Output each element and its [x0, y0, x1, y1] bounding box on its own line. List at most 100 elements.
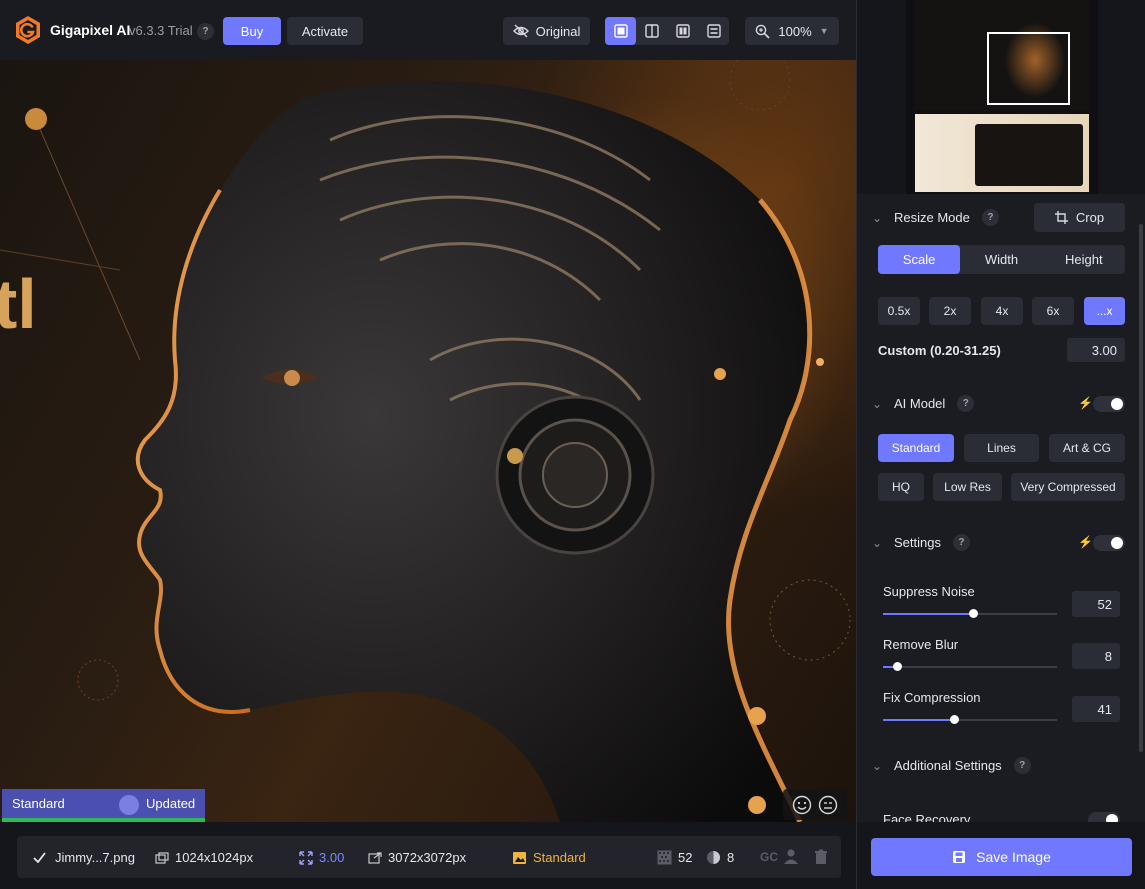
crop-icon — [1054, 211, 1068, 224]
file-selected[interactable]: Jimmy...7.png — [33, 850, 135, 865]
help-icon[interactable]: ? — [197, 23, 214, 40]
side-by-side-view-icon — [675, 24, 690, 38]
file-name: Jimmy...7.png — [55, 850, 135, 865]
gc-info: GC — [760, 850, 778, 864]
auto-bolt-icon: ⚡ — [1078, 535, 1093, 549]
blur-icon — [707, 851, 720, 864]
tab-width[interactable]: Width — [960, 245, 1042, 274]
help-icon[interactable]: ? — [957, 395, 975, 412]
preset-custom-button[interactable]: ...x — [1084, 297, 1125, 325]
help-icon[interactable]: ? — [952, 534, 970, 551]
fix-compression-slider[interactable] — [883, 715, 1057, 724]
fix-compression-value[interactable]: 41 — [1072, 696, 1120, 722]
preset-2x-button[interactable]: 2x — [929, 297, 971, 325]
remove-blur-value[interactable]: 8 — [1072, 643, 1120, 669]
save-image-button[interactable]: Save Image — [871, 838, 1132, 876]
preview-image: tl — [0, 60, 851, 822]
ai-model-title: AI Model — [894, 396, 946, 411]
model-standard-button[interactable]: Standard — [878, 434, 954, 462]
split-view-icon — [644, 24, 659, 38]
eye-off-icon — [512, 24, 529, 38]
thumbnail-image-card — [975, 124, 1083, 186]
image-model-icon — [513, 851, 526, 864]
resize-mode-header[interactable]: ⌄ Resize Mode ? — [872, 209, 999, 226]
model-hq-button[interactable]: HQ — [878, 473, 924, 501]
panel-scrollbar[interactable] — [1139, 224, 1143, 752]
input-size-value: 1024x1024px — [175, 850, 254, 865]
zoom-dropdown[interactable]: 100% ▼ — [745, 17, 839, 45]
ai-model-auto-toggle[interactable] — [1093, 396, 1125, 412]
settings-auto-toggle[interactable] — [1093, 535, 1125, 551]
trash-icon[interactable] — [814, 849, 828, 865]
face-detect-icon[interactable] — [783, 848, 799, 865]
preset-6x-button[interactable]: 6x — [1032, 297, 1074, 325]
app-version: v6.3.3 Trial — [129, 23, 193, 38]
help-icon[interactable]: ? — [1013, 757, 1031, 774]
model-lines-button[interactable]: Lines — [964, 434, 1039, 462]
single-view-button[interactable] — [605, 17, 636, 45]
custom-scale-input[interactable]: 3.00 — [1067, 338, 1125, 362]
suppress-noise-value[interactable]: 52 — [1072, 591, 1120, 617]
zoom-in-icon — [756, 24, 770, 39]
blur-value: 8 — [727, 850, 735, 865]
top-bar: Gigapixel AI v6.3.3 Trial ? Buy Activate… — [0, 0, 856, 60]
blur-info: 8 — [706, 850, 734, 865]
side-by-side-view-button[interactable] — [667, 17, 698, 45]
scale-factor: 3.00 — [299, 850, 344, 865]
image-size-icon — [155, 851, 169, 864]
save-image-label: Save Image — [976, 849, 1051, 865]
gigapixel-app: Gigapixel AI v6.3.3 Trial ? Buy Activate… — [0, 0, 1145, 889]
custom-scale-label: Custom (0.20-31.25) — [878, 343, 1001, 358]
chevron-down-icon: ⌄ — [872, 535, 883, 550]
floppy-disk-icon — [953, 851, 966, 863]
help-icon[interactable]: ? — [981, 209, 999, 226]
face-buttons — [783, 789, 847, 820]
smile-face-icon[interactable] — [792, 795, 812, 815]
compare-label-before: Standard — [12, 796, 65, 811]
checkmark-icon — [33, 852, 46, 863]
output-size-value: 3072x3072px — [388, 850, 467, 865]
navigator-viewport-frame[interactable] — [987, 32, 1070, 105]
noise-icon — [657, 850, 672, 865]
quad-view-button[interactable] — [698, 17, 729, 45]
resize-mode-tabs: Scale Width Height — [878, 245, 1125, 274]
expand-arrows-icon — [299, 850, 313, 865]
tab-height[interactable]: Height — [1043, 245, 1125, 274]
activate-button[interactable]: Activate — [287, 17, 363, 45]
model-very-compressed-button[interactable]: Very Compressed — [1011, 473, 1125, 501]
additional-settings-header[interactable]: ⌄ Additional Settings ? — [872, 757, 1031, 774]
buy-button[interactable]: Buy — [223, 17, 281, 45]
app-title: Gigapixel AI — [50, 22, 131, 38]
noise-info: 52 — [657, 850, 692, 865]
neutral-face-icon[interactable] — [818, 795, 838, 815]
preset-0-5x-button[interactable]: 0.5x — [878, 297, 920, 325]
ai-model-header[interactable]: ⌄ AI Model ? — [872, 395, 975, 412]
crop-button[interactable]: Crop — [1034, 203, 1125, 232]
chevron-down-icon: ⌄ — [872, 758, 883, 773]
remove-blur-slider[interactable] — [883, 662, 1057, 671]
suppress-noise-label: Suppress Noise — [883, 584, 975, 599]
image-text-fragment: tl — [0, 265, 37, 343]
original-label: Original — [535, 23, 581, 39]
image-preview-canvas[interactable]: tl — [0, 60, 856, 822]
tab-scale[interactable]: Scale — [878, 245, 961, 274]
crop-label: Crop — [1075, 210, 1105, 225]
fix-compression-label: Fix Compression — [883, 690, 981, 705]
settings-header[interactable]: ⌄ Settings ? — [872, 534, 970, 551]
original-toggle-button[interactable]: Original — [503, 17, 590, 45]
model-value: Standard — [533, 850, 586, 865]
suppress-noise-slider[interactable] — [883, 609, 1057, 618]
model-art-cg-button[interactable]: Art & CG — [1049, 434, 1125, 462]
model-low-res-button[interactable]: Low Res — [933, 473, 1002, 501]
model-info: Standard — [512, 850, 586, 865]
chevron-down-icon: ⌄ — [872, 396, 883, 411]
output-size: 3072x3072px — [368, 850, 466, 865]
view-mode-group — [605, 17, 729, 45]
preset-4x-button[interactable]: 4x — [981, 297, 1023, 325]
input-size: 1024x1024px — [155, 850, 253, 865]
chevron-down-icon: ▼ — [819, 26, 829, 36]
compare-toggle-knob[interactable] — [119, 795, 139, 815]
gigapixel-logo-icon — [16, 16, 40, 44]
noise-value: 52 — [678, 850, 693, 865]
split-view-button[interactable] — [636, 17, 667, 45]
